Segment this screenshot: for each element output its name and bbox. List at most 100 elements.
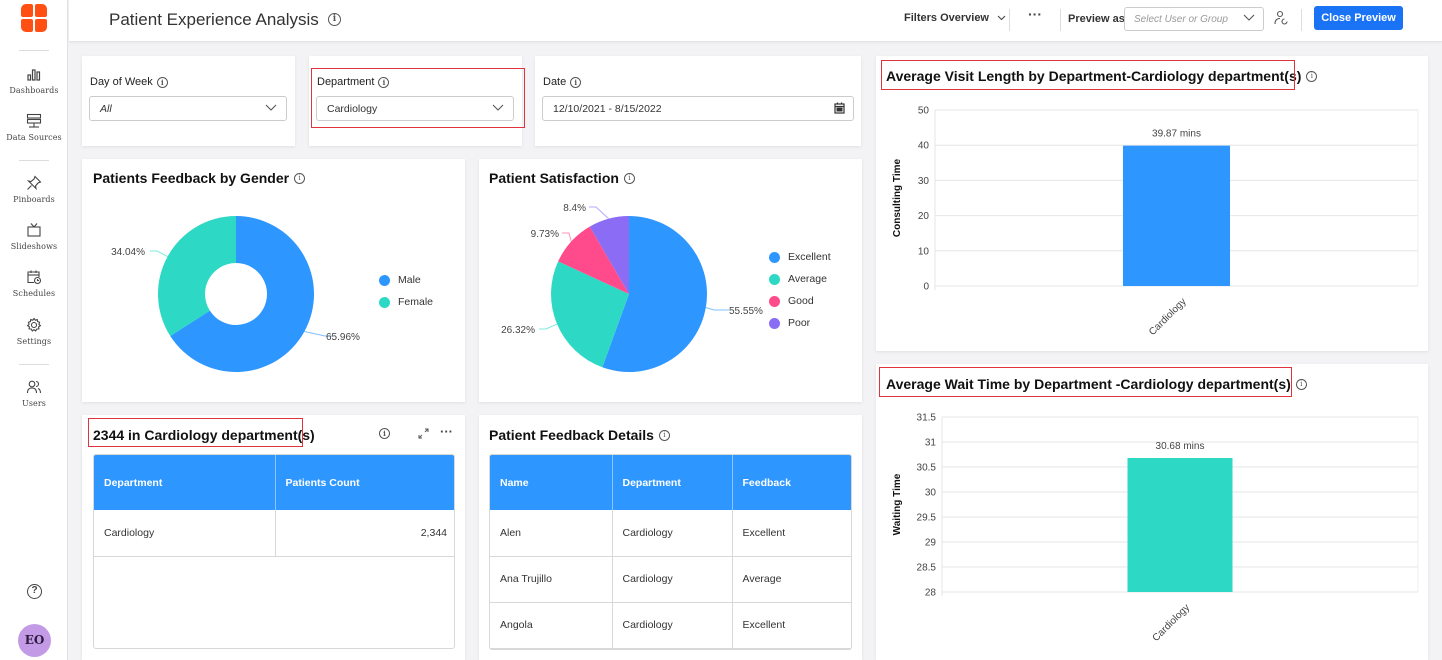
legend-label: Poor xyxy=(788,317,811,329)
close-preview-button[interactable]: Close Preview xyxy=(1314,6,1403,30)
department-dropdown[interactable]: Cardiology xyxy=(316,96,514,121)
filters-overview-label: Filters Overview xyxy=(904,12,989,24)
legend-label: Good xyxy=(788,295,814,307)
info-icon[interactable]: i xyxy=(570,76,582,88)
bar-cardiology[interactable] xyxy=(1123,145,1230,286)
tv-icon xyxy=(27,223,41,237)
legend-item-good[interactable]: Good xyxy=(769,290,831,312)
sidebar-item-label: Pinboards xyxy=(13,195,55,204)
info-icon[interactable]: i xyxy=(156,76,168,88)
label-connector xyxy=(589,206,609,220)
y-tick-label: 10 xyxy=(918,246,930,257)
y-tick-label: 31.5 xyxy=(917,413,937,424)
divider xyxy=(1009,9,1010,31)
table-row[interactable]: Cardiology 2,344 xyxy=(94,510,454,557)
table-row[interactable]: Angola Cardiology Excellent xyxy=(490,602,851,649)
legend-item-male[interactable]: Male xyxy=(379,269,433,291)
info-icon[interactable]: i xyxy=(658,429,670,441)
day-of-week-dropdown[interactable]: All xyxy=(89,96,287,121)
filter-department: Department i Cardiology xyxy=(309,56,522,146)
legend-label: Male xyxy=(398,274,421,286)
column-header[interactable]: Department xyxy=(612,455,733,510)
user-switch-icon[interactable] xyxy=(1274,10,1288,26)
calendar-icon[interactable] xyxy=(834,102,845,114)
sidebar-item-slideshows[interactable]: Slideshows xyxy=(0,222,68,251)
filter-label-text: Day of Week xyxy=(90,76,153,88)
sidebar-item-schedules[interactable]: Schedules xyxy=(0,269,68,298)
legend-marker-icon xyxy=(379,274,390,286)
gender-feedback-widget: Patients Feedback by Gender i 65.96% 34.04… xyxy=(82,159,465,402)
legend-marker-icon xyxy=(769,273,780,285)
date-range-picker[interactable]: 12/10/2021 - 8/15/2022 xyxy=(542,96,854,121)
patient-satisfaction-widget: Patient Satisfaction i 55.55% 26.32% 9.73% 8… xyxy=(479,159,862,402)
sidebar-item-settings[interactable]: Settings xyxy=(0,317,68,346)
more-options-icon[interactable]: ··· xyxy=(440,424,453,439)
column-header[interactable]: Feedback xyxy=(732,455,851,510)
x-tick-label: Cardiology xyxy=(1151,602,1193,644)
data-label: 8.4% xyxy=(563,203,586,214)
column-header[interactable]: Name xyxy=(490,455,613,510)
visit-length-bar-chart: 0 10 20 30 40 50 39.87 mins Cardiology Consultin… xyxy=(892,106,1419,338)
info-icon[interactable]: i xyxy=(378,76,390,88)
page-title: Patient Experience Analysis xyxy=(109,10,319,29)
bar-chart-icon xyxy=(27,69,41,81)
bar-cardiology[interactable] xyxy=(1127,458,1233,592)
dropdown-value: All xyxy=(100,103,112,115)
label-connector xyxy=(562,232,572,242)
column-header[interactable]: Patients Count xyxy=(275,455,454,510)
table-cell: Cardiology xyxy=(94,510,276,557)
filter-label: Department i xyxy=(317,76,390,88)
info-icon[interactable]: i xyxy=(379,428,390,439)
sidebar-item-pinboards[interactable]: Pinboards xyxy=(0,175,68,204)
filter-day-of-week: Day of Week i All xyxy=(82,56,295,146)
sidebar-divider xyxy=(19,160,49,161)
calendar-clock-icon xyxy=(27,270,42,285)
info-icon[interactable]: i xyxy=(328,13,341,26)
filters-overview-button[interactable]: Filters Overview xyxy=(904,12,1006,24)
feedback-status: Excellent xyxy=(732,510,851,557)
y-tick-label: 30 xyxy=(918,176,930,187)
filter-label-text: Department xyxy=(317,76,375,88)
sidebar-item-label: Slideshows xyxy=(10,242,58,251)
pin-icon xyxy=(26,175,42,191)
avatar[interactable]: EO xyxy=(18,624,51,657)
label-connector xyxy=(539,323,558,330)
table-row[interactable]: Ana Trujillo Cardiology Average xyxy=(490,556,851,603)
users-icon xyxy=(26,380,42,394)
x-tick-label: Cardiology xyxy=(1147,296,1189,338)
filter-date: Date i 12/10/2021 - 8/15/2022 xyxy=(535,56,861,146)
expand-icon[interactable] xyxy=(418,428,429,439)
column-header[interactable]: Department xyxy=(94,455,276,510)
y-tick-label: 30.5 xyxy=(917,463,937,474)
avg-visit-length-widget: Average Visit Length by Department-Cardi… xyxy=(876,56,1428,351)
data-sources-icon xyxy=(26,113,42,128)
chart-legend: Male Female xyxy=(379,269,433,313)
y-tick-label: 50 xyxy=(918,106,930,117)
table-row[interactable]: Alen Cardiology Excellent xyxy=(490,510,851,557)
legend-label: Female xyxy=(398,296,434,308)
logo-icon[interactable] xyxy=(21,4,47,32)
pie-slice-female[interactable] xyxy=(158,216,236,336)
user-group-select-placeholder: Select User or Group xyxy=(1134,14,1228,25)
user-group-select[interactable]: Select User or Group xyxy=(1124,7,1264,31)
table-cell: Alen xyxy=(490,510,613,557)
legend-marker-icon xyxy=(769,251,780,263)
legend-marker-icon xyxy=(769,317,780,329)
data-label: 39.87 mins xyxy=(1152,129,1201,140)
legend-item-female[interactable]: Female xyxy=(379,291,433,313)
y-tick-label: 28.5 xyxy=(917,563,937,574)
sidebar-item-dashboards[interactable]: Dashboards xyxy=(0,66,68,95)
more-options-button[interactable]: ··· xyxy=(1028,6,1042,22)
legend-item-excellent[interactable]: Excellent xyxy=(769,246,831,268)
help-icon[interactable]: ? xyxy=(27,584,42,599)
sidebar-item-data-sources[interactable]: Data Sources xyxy=(0,113,68,142)
chevron-down-icon xyxy=(997,15,1006,21)
y-tick-label: 40 xyxy=(918,141,930,152)
sidebar: Dashboards Data Sources Pinboards Slides… xyxy=(0,0,68,660)
data-label: 65.96% xyxy=(326,332,360,343)
sidebar-item-users[interactable]: Users xyxy=(0,379,68,408)
legend-item-average[interactable]: Average xyxy=(769,268,831,290)
legend-marker-icon xyxy=(769,295,780,307)
y-tick-label: 20 xyxy=(918,211,930,222)
legend-item-poor[interactable]: Poor xyxy=(769,312,831,334)
